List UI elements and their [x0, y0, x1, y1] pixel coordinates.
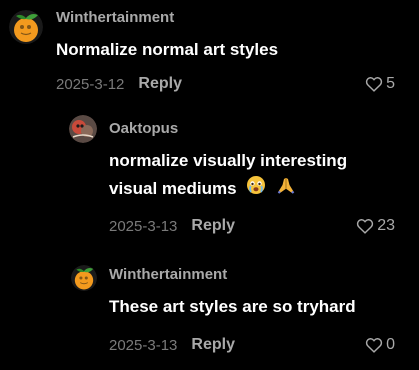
like-button[interactable]: 23 [356, 216, 395, 236]
avatar[interactable] [9, 10, 43, 44]
avatar[interactable] [69, 115, 97, 143]
comment-meta: 2025-3-13 Reply [109, 335, 235, 355]
comment-date: 2025-3-12 [56, 75, 125, 93]
username[interactable]: Oaktopus [109, 120, 178, 137]
username[interactable]: Winthertainment [56, 9, 174, 26]
like-count: 23 [377, 217, 395, 234]
heart-icon [357, 218, 374, 234]
comment-text-fragment: visual mediums [109, 179, 237, 198]
crying-face-emoji-icon [246, 175, 266, 204]
comment-text: Normalize normal art styles [56, 40, 279, 59]
like-button[interactable]: 5 [365, 74, 395, 94]
reply-button[interactable]: Reply [138, 75, 182, 93]
creature-avatar-icon [69, 115, 97, 143]
comment-date: 2025-3-13 [109, 336, 178, 354]
like-count: 0 [386, 336, 395, 353]
folded-hands-emoji-icon [276, 175, 296, 204]
comment-text: These art styles are so tryhard [109, 297, 356, 316]
comment-text-line: visual mediums [109, 175, 296, 204]
reply-button[interactable]: Reply [191, 217, 235, 235]
username[interactable]: Winthertainment [109, 266, 227, 283]
comment-meta: 2025-3-12 Reply [56, 74, 182, 94]
heart-icon [365, 337, 383, 353]
avatar[interactable] [71, 265, 97, 291]
comment-date: 2025-3-13 [109, 217, 178, 235]
heart-icon [365, 76, 383, 92]
like-button[interactable]: 0 [365, 335, 395, 355]
orange-fruit-avatar-icon [9, 10, 43, 44]
like-count: 5 [386, 75, 395, 92]
comment-meta: 2025-3-13 Reply [109, 216, 235, 236]
reply-button[interactable]: Reply [191, 336, 235, 354]
orange-fruit-avatar-icon [71, 265, 97, 291]
comment-text-line: normalize visually interesting [109, 151, 348, 170]
